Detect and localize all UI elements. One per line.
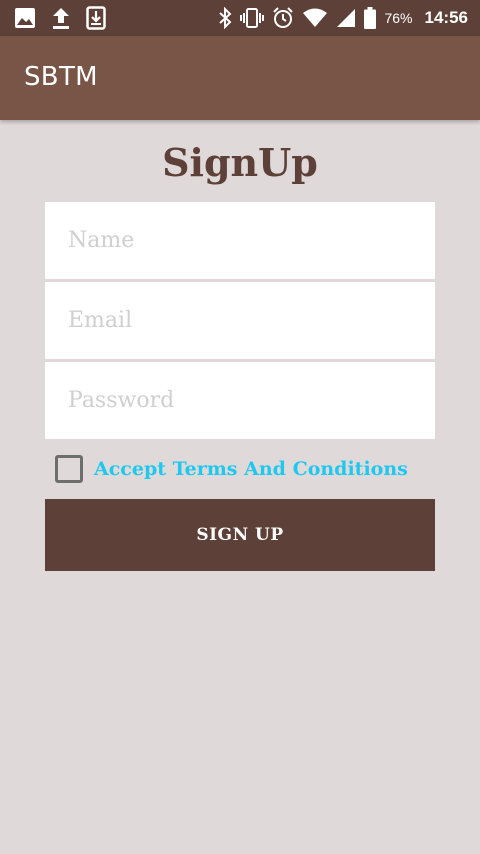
email-field-container <box>45 282 435 359</box>
app-title: SBTM <box>24 62 98 92</box>
signal-icon <box>336 8 356 28</box>
name-field-container <box>45 202 435 279</box>
bluetooth-icon <box>218 7 232 29</box>
status-bar: 76% 14:56 <box>0 0 480 36</box>
email-input[interactable] <box>45 282 435 359</box>
alarm-icon <box>272 7 294 29</box>
status-clock: 14:56 <box>424 8 468 27</box>
battery-icon <box>364 7 377 29</box>
terms-checkbox[interactable] <box>55 455 83 483</box>
app-bar: SBTM <box>0 36 480 120</box>
page-title: SignUp <box>162 140 318 185</box>
password-input[interactable] <box>45 362 435 439</box>
upload-icon <box>50 6 72 30</box>
wifi-icon <box>302 8 328 28</box>
image-icon <box>14 7 36 29</box>
download-icon <box>86 6 106 30</box>
terms-label[interactable]: Accept Terms And Conditions <box>94 458 408 480</box>
name-input[interactable] <box>45 202 435 279</box>
password-field-container <box>45 362 435 439</box>
sign-up-button[interactable]: SIGN UP <box>45 499 435 571</box>
battery-percent: 76% <box>384 10 413 26</box>
vibrate-icon <box>240 7 265 29</box>
terms-row[interactable]: Accept Terms And Conditions <box>55 455 408 483</box>
